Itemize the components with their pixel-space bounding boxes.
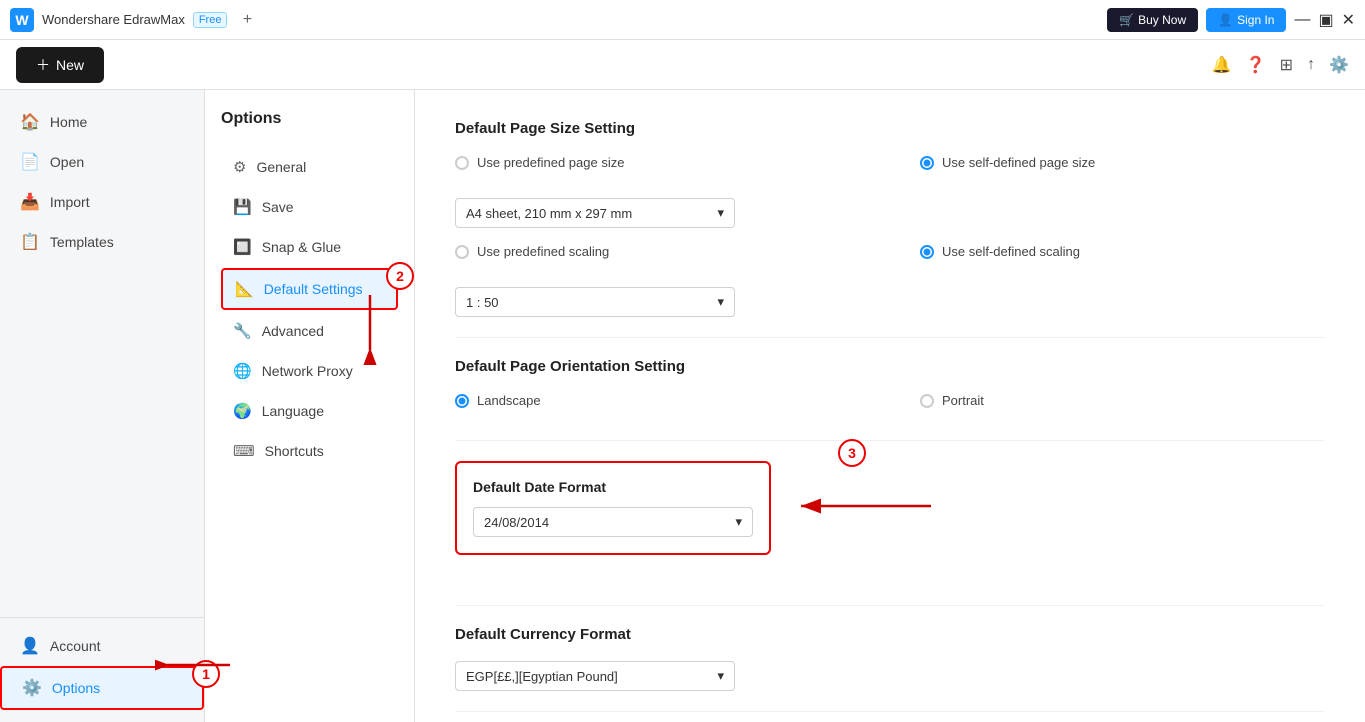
chevron-down-icon: ▾: [717, 668, 724, 684]
page-size-options: Use predefined page size Use self-define…: [455, 155, 1325, 182]
user-icon: 👤: [1218, 13, 1233, 27]
sidebar-item-options[interactable]: ⚙️ Options 1: [0, 666, 204, 710]
scaling-dropdown[interactable]: 1 : 50 ▾: [455, 287, 735, 317]
predefined-scaling-radio-group: Use predefined scaling: [455, 244, 860, 259]
language-icon: 🌍: [233, 402, 252, 420]
predefined-page-size-radio-group: Use predefined page size: [455, 155, 860, 170]
options-menu-save[interactable]: 💾 Save: [221, 188, 398, 226]
app-name: Wondershare EdrawMax: [42, 12, 185, 27]
chevron-down-icon: ▾: [717, 294, 724, 310]
main-layout: 🏠 Home 📄 Open 📥 Import 📋 Templates 👤 Acc…: [0, 90, 1365, 722]
annotation-badge-1: 1: [192, 660, 220, 688]
maximize-button[interactable]: ▣: [1318, 10, 1333, 30]
portrait-label: Portrait: [942, 393, 984, 408]
predefined-page-size-label: Use predefined page size: [477, 155, 624, 170]
home-icon: 🏠: [20, 112, 40, 132]
left-sidebar: 🏠 Home 📄 Open 📥 Import 📋 Templates 👤 Acc…: [0, 90, 205, 722]
date-format-dropdown[interactable]: 24/08/2014 ▾: [473, 507, 753, 537]
self-defined-page-size-radio-group: Use self-defined page size: [920, 155, 1325, 170]
main-content: Default Page Size Setting Use predefined…: [415, 90, 1365, 722]
sidebar-item-home[interactable]: 🏠 Home: [0, 102, 204, 142]
date-format-box: Default Date Format 24/08/2014 ▾: [455, 461, 771, 555]
predefined-page-size-radio[interactable]: [455, 156, 469, 170]
sidebar-item-account[interactable]: 👤 Account: [0, 626, 204, 666]
header-toolbar: ＋ New 🔔 ❓ ⊞ ↑ ⚙️: [0, 40, 1365, 90]
plus-icon: ＋: [36, 55, 50, 75]
sidebar-item-open[interactable]: 📄 Open: [0, 142, 204, 182]
new-button[interactable]: ＋ New: [16, 47, 104, 83]
sidebar-item-templates[interactable]: 📋 Templates: [0, 222, 204, 262]
notification-icon[interactable]: 🔔: [1212, 55, 1232, 75]
save-icon: 💾: [233, 198, 252, 216]
import-icon: 📥: [20, 192, 40, 212]
new-tab-button[interactable]: +: [235, 8, 259, 32]
annotation-3-container: 3: [838, 439, 866, 467]
page-size-dropdown[interactable]: A4 sheet, 210 mm x 297 mm ▾: [455, 198, 735, 228]
predefined-scaling-label: Use predefined scaling: [477, 244, 609, 259]
page-orientation-options: Landscape Portrait: [455, 393, 1325, 420]
options-menu-advanced[interactable]: 🔧 Advanced: [221, 312, 398, 350]
predefined-scaling-radio[interactable]: [455, 245, 469, 259]
account-icon: 👤: [20, 636, 40, 656]
options-menu-shortcuts[interactable]: ⌨ Shortcuts: [221, 432, 398, 470]
share-icon[interactable]: ↑: [1307, 56, 1315, 74]
snap-glue-icon: 🔲: [233, 238, 252, 256]
options-icon: ⚙️: [22, 678, 42, 698]
close-button[interactable]: ✕: [1342, 10, 1355, 30]
options-menu-snap-glue[interactable]: 🔲 Snap & Glue: [221, 228, 398, 266]
shortcuts-icon: ⌨: [233, 442, 255, 460]
buy-now-button[interactable]: 🛒 Buy Now: [1107, 8, 1198, 32]
settings-icon[interactable]: ⚙️: [1329, 55, 1349, 75]
open-icon: 📄: [20, 152, 40, 172]
options-menu-language[interactable]: 🌍 Language: [221, 392, 398, 430]
templates-icon: 📋: [20, 232, 40, 252]
minimize-button[interactable]: —: [1294, 11, 1310, 29]
options-menu-network-proxy[interactable]: 🌐 Network Proxy: [221, 352, 398, 390]
currency-format-title: Default Currency Format: [455, 626, 1325, 643]
self-defined-scaling-label: Use self-defined scaling: [942, 244, 1080, 259]
free-badge: Free: [193, 12, 228, 28]
cart-icon: 🛒: [1119, 13, 1134, 27]
page-orientation-title: Default Page Orientation Setting: [455, 358, 1325, 375]
app-logo: W: [10, 8, 34, 32]
general-icon: ⚙: [233, 158, 246, 176]
chevron-down-icon: ▾: [735, 514, 742, 530]
options-panel-title: Options: [221, 110, 398, 128]
portrait-radio[interactable]: [920, 394, 934, 408]
title-bar: W Wondershare EdrawMax Free + 🛒 Buy Now …: [0, 0, 1365, 40]
sign-in-button[interactable]: 👤 Sign In: [1206, 8, 1286, 32]
chevron-down-icon: ▾: [717, 205, 724, 221]
currency-format-dropdown[interactable]: EGP[££,][Egyptian Pound] ▾: [455, 661, 735, 691]
options-menu-general[interactable]: ⚙ General: [221, 148, 398, 186]
arrow-annotation-3: [791, 491, 941, 521]
page-size-title: Default Page Size Setting: [455, 120, 1325, 137]
date-format-title: Default Date Format: [473, 479, 753, 495]
date-format-section: Default Date Format 24/08/2014 ▾ 3: [455, 461, 771, 575]
sidebar-item-import[interactable]: 📥 Import: [0, 182, 204, 222]
landscape-radio[interactable]: [455, 394, 469, 408]
self-defined-scaling-radio-group: Use self-defined scaling: [920, 244, 1325, 259]
portrait-radio-group: Portrait: [920, 393, 1325, 408]
advanced-icon: 🔧: [233, 322, 252, 340]
options-panel: Options ⚙ General 💾 Save 🔲 Snap & Glue 📐…: [205, 90, 415, 722]
grid-icon[interactable]: ⊞: [1280, 55, 1293, 75]
network-proxy-icon: 🌐: [233, 362, 252, 380]
landscape-radio-group: Landscape: [455, 393, 860, 408]
self-defined-page-size-radio[interactable]: [920, 156, 934, 170]
annotation-badge-2: 2: [386, 262, 414, 290]
self-defined-scaling-radio[interactable]: [920, 245, 934, 259]
options-menu-default-settings[interactable]: 📐 Default Settings 2: [221, 268, 398, 310]
landscape-label: Landscape: [477, 393, 541, 408]
default-settings-icon: 📐: [235, 280, 254, 298]
self-defined-page-size-label: Use self-defined page size: [942, 155, 1095, 170]
annotation-badge-3: 3: [838, 439, 866, 467]
scaling-options: Use predefined scaling Use self-defined …: [455, 244, 1325, 271]
help-icon[interactable]: ❓: [1246, 55, 1266, 75]
